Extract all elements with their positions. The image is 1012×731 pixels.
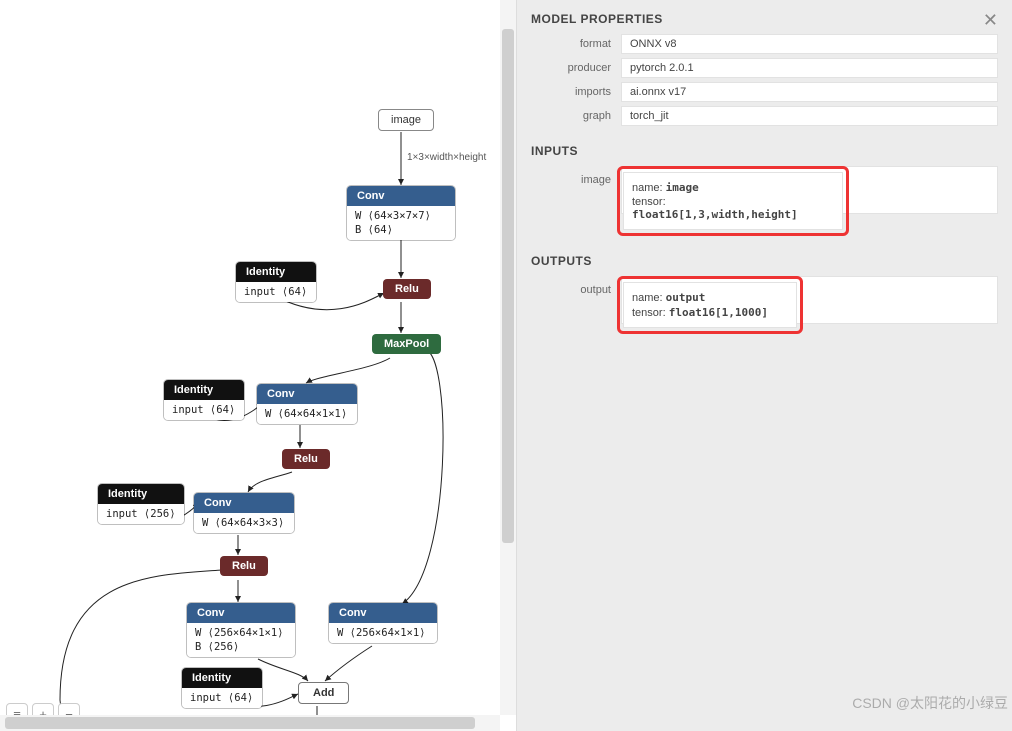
node-label: Relu [232,560,256,572]
node-title: Conv [347,186,455,206]
prop-label: producer [531,62,621,74]
prop-value-producer[interactable]: pytorch 2.0.1 [621,58,998,78]
prop-row-imports: imports ai.onnx v17 [531,82,998,102]
prop-label: format [531,38,621,50]
node-conv-4[interactable]: Conv W ⟨256×64×1×1⟩ B ⟨256⟩ [187,603,295,657]
section-outputs-title: OUTPUTS [531,254,998,268]
node-identity-4[interactable]: Identity input ⟨64⟩ [182,668,262,708]
node-param-w: W ⟨64×64×3×3⟩ [202,516,286,530]
properties-panel: ✕ MODEL PROPERTIES format ONNX v8 produc… [517,0,1012,731]
node-image-input[interactable]: image [378,109,434,131]
node-param-w: W ⟨64×3×7×7⟩ [355,209,447,223]
node-title: Conv [194,493,294,513]
section-inputs-title: INPUTS [531,144,998,158]
node-conv-1[interactable]: Conv W ⟨64×3×7×7⟩ B ⟨64⟩ [347,186,455,240]
node-label: MaxPool [384,338,429,350]
kv-key: name: [632,292,663,304]
node-relu-1[interactable]: Relu [383,279,431,299]
io-label: output [531,276,621,334]
node-param: input ⟨64⟩ [190,691,254,705]
output-detail-box[interactable]: name: output tensor: float16[1,1000] [623,282,797,328]
vertical-scrollbar[interactable] [500,0,516,715]
prop-label: imports [531,86,621,98]
prop-value-graph[interactable]: torch_jit [621,106,998,126]
graph-canvas[interactable]: image 1×3×width×height Conv W ⟨64×3×7×7⟩… [0,0,517,731]
node-title: Conv [187,603,295,623]
node-title: Identity [182,668,262,688]
scroll-thumb[interactable] [5,717,475,729]
kv-key: tensor: [632,196,666,208]
highlight-box: name: output tensor: float16[1,1000] [617,276,803,334]
node-title: Identity [236,262,316,282]
kv-val: image [666,181,699,194]
input-detail-box[interactable]: name: image tensor: float16[1,3,width,he… [623,172,843,230]
close-icon: ✕ [983,10,998,30]
node-conv-2[interactable]: Conv W ⟨64×64×1×1⟩ [257,384,357,424]
node-relu-3[interactable]: Relu [220,556,268,576]
node-param-w: W ⟨64×64×1×1⟩ [265,407,349,421]
node-conv-3[interactable]: Conv W ⟨64×64×3×3⟩ [194,493,294,533]
node-param: input ⟨256⟩ [106,507,176,521]
prop-value-format[interactable]: ONNX v8 [621,34,998,54]
node-param-b: B ⟨256⟩ [195,640,287,654]
node-label: Relu [395,283,419,295]
prop-row-producer: producer pytorch 2.0.1 [531,58,998,78]
node-add[interactable]: Add [298,682,349,704]
node-title: Identity [164,380,244,400]
horizontal-scrollbar[interactable] [0,715,500,731]
kv-val: output [666,291,706,304]
input-row-image: image name: image tensor: float16[1,3,wi… [531,166,998,236]
node-param: input ⟨64⟩ [172,403,236,417]
kv-val: float16[1,3,width,height] [632,208,798,221]
close-button[interactable]: ✕ [983,10,998,31]
edge-label-shape: 1×3×width×height [407,152,486,163]
node-param-w: W ⟨256×64×1×1⟩ [337,626,429,640]
prop-label: graph [531,110,621,122]
node-identity-2[interactable]: Identity input ⟨64⟩ [164,380,244,420]
node-maxpool[interactable]: MaxPool [372,334,441,354]
node-title: Identity [98,484,184,504]
output-row-output: output name: output tensor: float16[1,10… [531,276,998,334]
node-title: Conv [257,384,357,404]
node-conv-5[interactable]: Conv W ⟨256×64×1×1⟩ [329,603,437,643]
prop-row-format: format ONNX v8 [531,34,998,54]
prop-row-graph: graph torch_jit [531,106,998,126]
scroll-thumb[interactable] [502,29,514,544]
panel-title: MODEL PROPERTIES [531,12,998,26]
kv-key: tensor: [632,307,666,319]
io-label: image [531,166,621,236]
node-label: Add [313,687,334,699]
node-param-b: B ⟨64⟩ [355,223,447,237]
node-relu-2[interactable]: Relu [282,449,330,469]
node-title: Conv [329,603,437,623]
node-identity-3[interactable]: Identity input ⟨256⟩ [98,484,184,524]
highlight-box: name: image tensor: float16[1,3,width,he… [617,166,849,236]
kv-key: name: [632,182,663,194]
kv-val: float16[1,1000] [669,306,768,319]
prop-value-imports[interactable]: ai.onnx v17 [621,82,998,102]
node-label: Relu [294,453,318,465]
node-param-w: W ⟨256×64×1×1⟩ [195,626,287,640]
node-param: input ⟨64⟩ [244,285,308,299]
node-identity-1[interactable]: Identity input ⟨64⟩ [236,262,316,302]
node-label: image [391,114,421,126]
